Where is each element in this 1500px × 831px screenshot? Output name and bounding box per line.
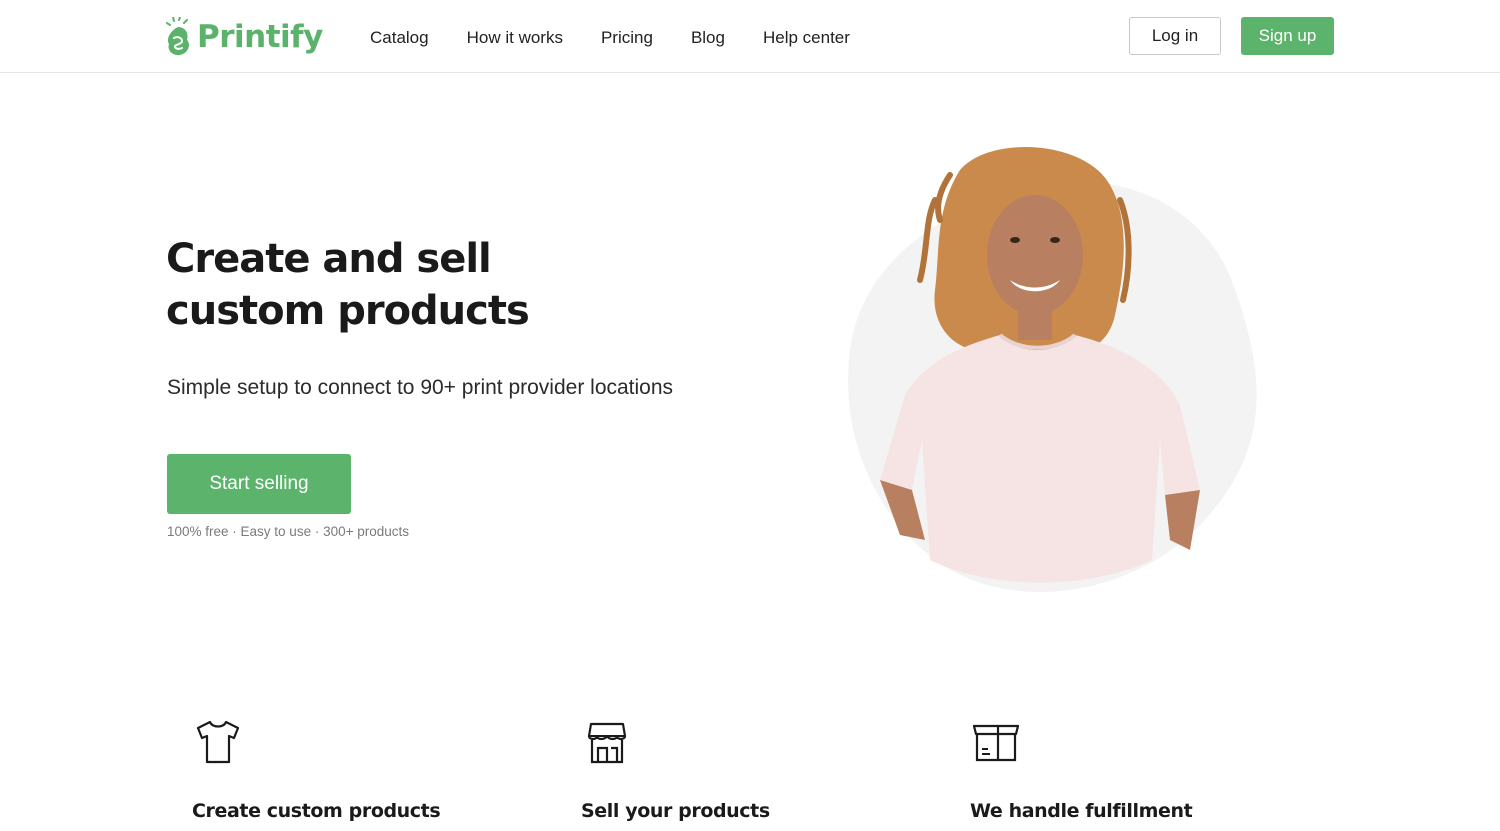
- hero-title-line-2: custom products: [166, 288, 530, 334]
- feature-title: Sell your products: [581, 800, 770, 822]
- storefront-icon: [587, 722, 627, 764]
- box-icon: [972, 724, 1020, 762]
- feature-sell: Sell your products: [581, 716, 770, 822]
- start-selling-button[interactable]: Start selling: [167, 454, 351, 514]
- signup-button[interactable]: Sign up: [1241, 17, 1334, 55]
- nav-pricing[interactable]: Pricing: [601, 26, 653, 50]
- main-nav: Catalog How it works Pricing Blog Help c…: [370, 26, 888, 50]
- site-header: Printify Catalog How it works Pricing Bl…: [0, 0, 1500, 73]
- hero-image: [848, 147, 1257, 593]
- hero-subtitle: Simple setup to connect to 90+ print pro…: [167, 376, 674, 399]
- login-button[interactable]: Log in: [1129, 17, 1221, 55]
- hero-title: Create and sell custom products: [166, 233, 686, 337]
- brand-name: Printify: [197, 19, 323, 55]
- nav-catalog[interactable]: Catalog: [370, 26, 429, 50]
- printify-logo[interactable]: Printify: [165, 16, 323, 58]
- nav-blog[interactable]: Blog: [691, 26, 725, 50]
- printify-logo-icon: [166, 17, 189, 56]
- feature-title: We handle fulfillment: [970, 800, 1193, 822]
- feature-title: Create custom products: [192, 800, 441, 822]
- feature-fulfillment: We handle fulfillment: [970, 716, 1193, 822]
- tshirt-icon: [196, 720, 240, 764]
- hero-benefits: 100% free · Easy to use · 300+ products: [167, 524, 410, 539]
- nav-help-center[interactable]: Help center: [763, 26, 850, 50]
- hero-title-line-1: Create and sell: [166, 236, 492, 282]
- feature-create: Create custom products: [192, 716, 441, 822]
- nav-how-it-works[interactable]: How it works: [467, 26, 563, 50]
